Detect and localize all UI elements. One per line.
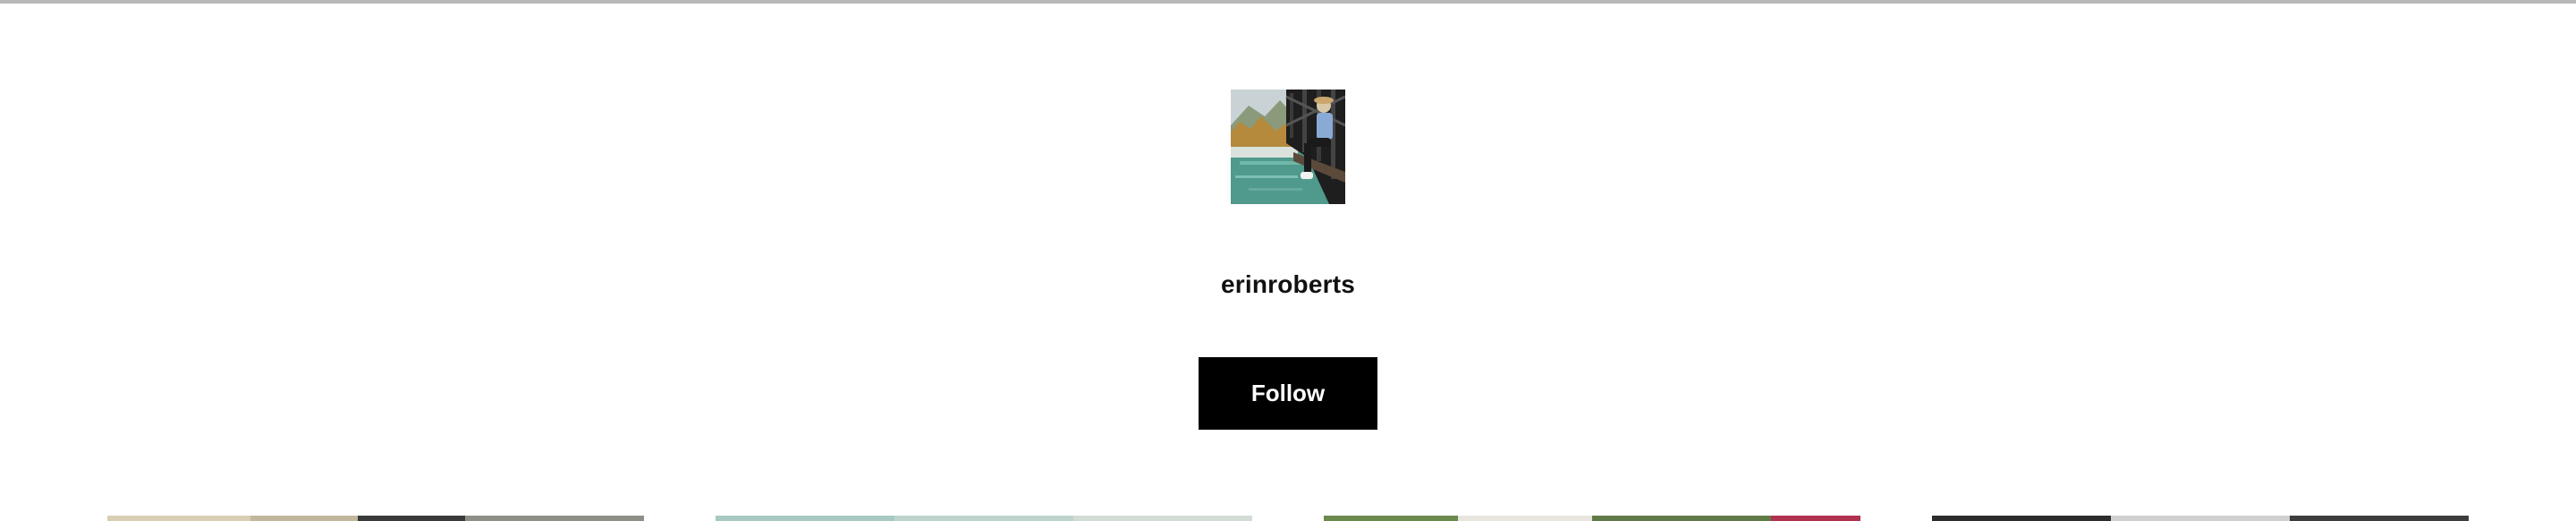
profile-username: erinroberts — [1220, 270, 1356, 298]
post-thumbnail[interactable] — [716, 516, 1252, 521]
profile-header: erinroberts Follow — [0, 0, 2576, 521]
post-grid — [0, 516, 2576, 521]
follow-button[interactable]: Follow — [1199, 357, 1377, 430]
post-thumbnail[interactable] — [107, 516, 644, 521]
profile-avatar[interactable] — [1231, 90, 1345, 204]
avatar-photo — [1231, 90, 1345, 204]
post-thumbnail[interactable] — [1932, 516, 2469, 521]
post-thumbnail[interactable] — [1324, 516, 1860, 521]
